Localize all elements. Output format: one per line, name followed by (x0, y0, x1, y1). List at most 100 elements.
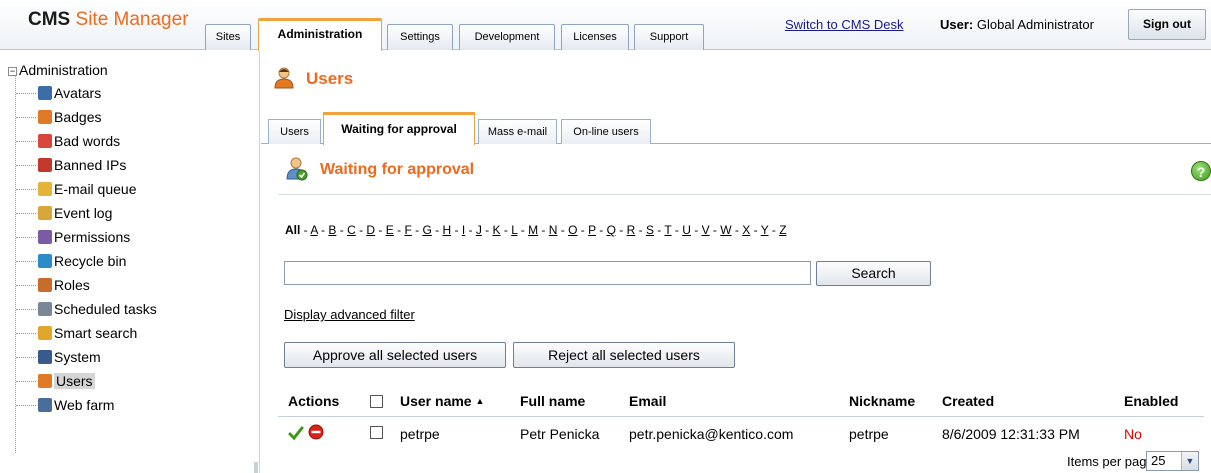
col-created[interactable]: Created (942, 393, 994, 409)
sidebar-item-scheduled-tasks[interactable]: Scheduled tasks (38, 299, 157, 319)
tab-licenses[interactable]: Licenses (561, 24, 629, 50)
reject-all-selected-button[interactable]: Reject all selected users (513, 342, 735, 368)
sidebar-item-permissions[interactable]: Permissions (38, 227, 130, 247)
approve-icon[interactable] (288, 425, 304, 441)
col-full-name[interactable]: Full name (520, 393, 585, 409)
tab-users[interactable]: Users (268, 119, 321, 144)
alphabet-letter[interactable]: G (422, 223, 431, 237)
alphabet-letter[interactable]: C (347, 223, 356, 237)
tree-connector (16, 381, 36, 382)
tab-sites[interactable]: Sites (205, 24, 251, 50)
alphabet-letter[interactable]: N (549, 223, 558, 237)
alphabet-letter[interactable]: O (568, 223, 577, 237)
alphabet-letter[interactable]: Z (779, 223, 786, 237)
col-user-name[interactable]: User name ▲ (400, 393, 484, 409)
alphabet-letter[interactable]: E (386, 223, 394, 237)
alphabet-letter[interactable]: W (720, 223, 731, 237)
page-header: Users (261, 51, 1211, 107)
alphabet-letter[interactable]: P (588, 223, 596, 237)
alphabet-letter[interactable]: Y (761, 223, 769, 237)
pane-splitter[interactable] (254, 462, 258, 473)
sidebar-item-avatars[interactable]: Avatars (38, 83, 101, 103)
tree-connector (16, 141, 36, 142)
tab-mass-email[interactable]: Mass e-mail (478, 119, 557, 144)
sidebar-item-e-mail-queue[interactable]: E-mail queue (38, 179, 137, 199)
col-email[interactable]: Email (629, 393, 666, 409)
help-icon[interactable]: ? (1191, 161, 1211, 181)
search-button[interactable]: Search (816, 261, 931, 286)
app-logo: CMS Site Manager (28, 9, 189, 31)
tab-development[interactable]: Development (459, 24, 555, 50)
row-checkbox[interactable] (370, 426, 383, 439)
sidebar-item-label: Event log (54, 205, 113, 221)
logo-main: CMS (28, 9, 71, 30)
alphabet-all[interactable]: All (285, 223, 300, 237)
display-advanced-filter-link[interactable]: Display advanced filter (284, 307, 415, 322)
tab-waiting-for-approval[interactable]: Waiting for approval (323, 112, 475, 145)
tree-connector (16, 165, 36, 166)
approve-all-selected-button[interactable]: Approve all selected users (284, 342, 506, 368)
alphabet-letter[interactable]: M (528, 223, 538, 237)
select-all-checkbox[interactable] (370, 395, 383, 408)
alphabet-letter[interactable]: L (511, 223, 517, 237)
recycle-bin-icon (38, 254, 52, 268)
alphabet-letter[interactable]: K (493, 223, 501, 237)
sidebar-item-users[interactable]: Users (38, 371, 95, 391)
alphabet-letter[interactable]: B (328, 223, 336, 237)
users-icon (274, 67, 294, 89)
permissions-icon (38, 230, 52, 244)
roles-icon (38, 278, 52, 292)
tab-support[interactable]: Support (634, 24, 704, 50)
tree-root-label[interactable]: Administration (19, 62, 108, 78)
tab-administration[interactable]: Administration (258, 18, 382, 51)
alphabet-letter[interactable]: H (442, 223, 451, 237)
sidebar-item-web-farm[interactable]: Web farm (38, 395, 114, 415)
tree-connector (16, 357, 36, 358)
sign-out-button[interactable]: Sign out (1128, 9, 1206, 40)
sidebar-item-system[interactable]: System (38, 347, 101, 367)
col-nickname[interactable]: Nickname (849, 393, 915, 409)
alphabet-letter[interactable]: T (664, 223, 671, 237)
alphabet-letter[interactable]: F (404, 223, 411, 237)
tree-root[interactable]: − Administration (8, 62, 108, 78)
cell-created: 8/6/2009 12:31:33 PM (942, 426, 1080, 442)
tab-online-users[interactable]: On-line users (561, 119, 651, 144)
current-user: User: Global Administrator (940, 17, 1094, 32)
alphabet-letter[interactable]: R (627, 223, 636, 237)
sidebar-item-label: Smart search (54, 325, 138, 341)
sidebar-item-banned-ips[interactable]: Banned IPs (38, 155, 126, 175)
alphabet-letter[interactable]: S (646, 223, 654, 237)
alphabet-letter[interactable]: V (702, 223, 710, 237)
badges-icon (38, 110, 52, 124)
sidebar-item-bad-words[interactable]: Bad words (38, 131, 120, 151)
users-tabstrip: Users Waiting for approval Mass e-mail O… (261, 107, 1211, 145)
tree-connector (16, 213, 36, 214)
items-per-page-select[interactable]: 25 ▼ (1146, 451, 1199, 471)
sidebar-item-label: Avatars (54, 85, 102, 101)
sidebar-item-smart-search[interactable]: Smart search (38, 323, 137, 343)
scheduled-tasks-icon (38, 302, 52, 316)
alphabet-letter[interactable]: I (462, 223, 465, 237)
switch-to-cms-desk-link[interactable]: Switch to CMS Desk (785, 17, 903, 32)
alphabet-letter[interactable]: Q (607, 223, 616, 237)
search-input[interactable] (284, 261, 811, 285)
tree-connector (16, 405, 36, 406)
chevron-down-icon[interactable]: ▼ (1181, 452, 1198, 470)
alphabet-letter[interactable]: A (310, 223, 317, 237)
col-enabled[interactable]: Enabled (1124, 393, 1178, 409)
tree-connector (16, 285, 36, 286)
sidebar-item-recycle-bin[interactable]: Recycle bin (38, 251, 126, 271)
alphabet-letter[interactable]: X (742, 223, 750, 237)
sidebar-item-event-log[interactable]: Event log (38, 203, 112, 223)
sidebar-item-roles[interactable]: Roles (38, 275, 90, 295)
sidebar-item-label: E-mail queue (54, 181, 137, 197)
alphabet-letter[interactable]: J (476, 223, 482, 237)
app-header: CMS Site Manager Sites Administration Se… (0, 0, 1211, 51)
tab-settings[interactable]: Settings (387, 24, 453, 50)
sidebar-item-badges[interactable]: Badges (38, 107, 101, 127)
alphabet-letter[interactable]: U (682, 223, 691, 237)
page-title: Users (306, 69, 354, 88)
reject-icon[interactable] (308, 424, 324, 440)
alphabet-letter[interactable]: D (366, 223, 375, 237)
cell-nickname: petrpe (849, 426, 889, 442)
